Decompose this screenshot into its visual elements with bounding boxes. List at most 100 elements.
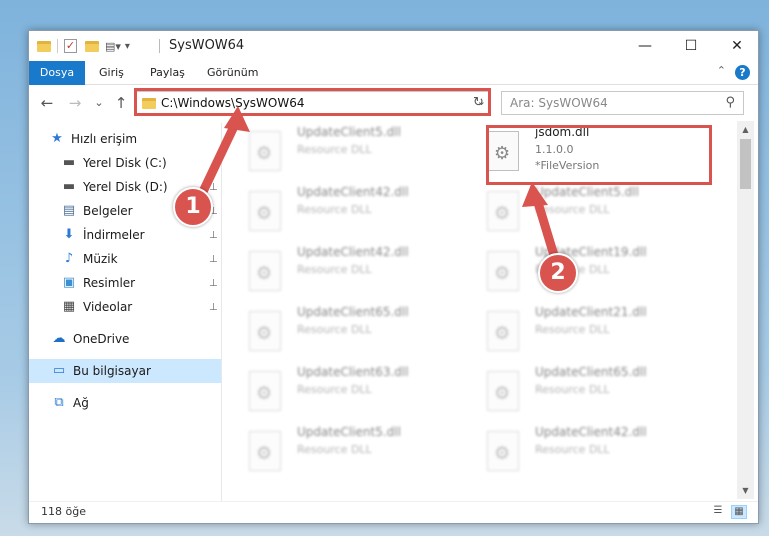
qa-dropdown-icon[interactable]: ▾: [125, 41, 130, 52]
help-icon[interactable]: ?: [735, 65, 750, 80]
step-2-badge: 2: [538, 253, 578, 293]
up-button[interactable]: ↑: [111, 93, 131, 113]
document-icon: ▤: [62, 203, 76, 218]
dll-file-icon: [487, 371, 519, 411]
tab-view[interactable]: Görünüm: [207, 61, 258, 85]
pin-icon[interactable]: ⊥: [209, 182, 218, 193]
sidebar-item-label: Yerel Disk (C:): [83, 156, 167, 170]
search-input[interactable]: Ara: SysWOW64: [510, 96, 608, 110]
customize-toolbar-icon[interactable]: ▤▾: [105, 40, 121, 53]
file-description: Resource DLL: [535, 383, 610, 396]
cloud-icon: ☁: [52, 331, 66, 346]
file-name: UpdateClient63.dll: [297, 365, 409, 379]
vertical-scrollbar[interactable]: ▲ ▼: [737, 121, 754, 499]
dll-file-icon: [249, 431, 281, 471]
file-description: Resource DLL: [297, 323, 372, 336]
sidebar-item-label: Videolar: [83, 300, 133, 314]
status-bar: 118 öğe ☰ ▦: [29, 501, 758, 523]
recent-locations-button[interactable]: ⌄: [89, 93, 109, 113]
navigation-pane: ★ Hızlı erişim ▬ Yerel Disk (C:) ▬ Yerel…: [29, 123, 221, 501]
new-folder-icon[interactable]: [85, 40, 99, 52]
sidebar-item-onedrive[interactable]: ☁ OneDrive: [29, 327, 221, 351]
tab-share[interactable]: Paylaş: [150, 61, 185, 85]
sidebar-item-disk-c[interactable]: ▬ Yerel Disk (C:): [29, 151, 221, 175]
address-highlight: [134, 88, 491, 116]
sidebar-item-label: Hızlı erişim: [71, 132, 138, 146]
file-name: UpdateClient5.dll: [297, 425, 401, 439]
file-name: UpdateClient42.dll: [297, 245, 409, 259]
file-item[interactable]: UpdateClient5.dll Resource DLL: [467, 181, 697, 237]
folder-icon: [37, 40, 51, 52]
file-name: UpdateClient65.dll: [297, 305, 409, 319]
file-item[interactable]: UpdateClient42.dll Resource DLL: [229, 241, 459, 297]
file-item[interactable]: UpdateClient19.dll Resource DLL: [467, 241, 697, 297]
file-description: Resource DLL: [297, 383, 372, 396]
maximize-button[interactable]: ☐: [668, 31, 714, 61]
forward-button[interactable]: →: [65, 93, 85, 113]
file-item[interactable]: UpdateClient5.dll Resource DLL: [229, 421, 459, 477]
close-button[interactable]: ✕: [714, 31, 758, 61]
quick-access-toolbar: ✓ ▤▾ ▾: [37, 37, 130, 55]
file-item[interactable]: UpdateClient42.dll Resource DLL: [229, 181, 459, 237]
file-description: Resource DLL: [535, 443, 610, 456]
properties-icon[interactable]: ✓: [64, 39, 77, 53]
file-item[interactable]: UpdateClient21.dll Resource DLL: [467, 301, 697, 357]
scroll-down-button[interactable]: ▼: [737, 482, 754, 499]
tab-home[interactable]: Giriş: [99, 61, 124, 85]
download-icon: ⬇: [63, 227, 75, 242]
back-button[interactable]: ←: [37, 93, 57, 113]
pictures-icon: ▣: [62, 275, 76, 290]
music-icon: ♪: [64, 251, 74, 266]
network-icon: ⧉: [54, 395, 64, 410]
file-name: UpdateClient5.dll: [297, 125, 401, 139]
file-name: UpdateClient65.dll: [535, 365, 647, 379]
title-bar: ✓ ▤▾ ▾ SysWOW64 — ☐ ✕: [29, 31, 758, 61]
item-count: 118 öğe: [41, 505, 86, 518]
pin-icon[interactable]: ⊥: [209, 230, 218, 241]
sidebar-item-this-pc[interactable]: ▭ Bu bilgisayar: [29, 359, 221, 383]
sidebar-item-quick-access[interactable]: ★ Hızlı erişim: [29, 127, 221, 151]
file-highlight: [486, 125, 712, 185]
sidebar-item-label: Yerel Disk (D:): [83, 180, 168, 194]
sidebar-item-music[interactable]: ♪ Müzik ⊥: [29, 247, 221, 271]
pin-icon[interactable]: ⊥: [209, 254, 218, 265]
pin-icon[interactable]: ⊥: [209, 278, 218, 289]
sidebar-item-network[interactable]: ⧉ Ağ: [29, 391, 221, 415]
dll-file-icon: [487, 311, 519, 351]
sidebar-item-label: Müzik: [83, 252, 118, 266]
details-view-button[interactable]: ☰: [710, 505, 726, 519]
file-item[interactable]: UpdateClient63.dll Resource DLL: [229, 361, 459, 417]
sidebar-item-label: Belgeler: [83, 204, 133, 218]
window-title: SysWOW64: [169, 38, 245, 53]
explorer-window: ✓ ▤▾ ▾ SysWOW64 — ☐ ✕ Dosya Giriş Paylaş…: [28, 30, 759, 524]
sidebar-item-pictures[interactable]: ▣ Resimler ⊥: [29, 271, 221, 295]
computer-icon: ▭: [52, 363, 66, 378]
dll-file-icon: [249, 251, 281, 291]
drive-icon: ▬: [62, 179, 76, 194]
file-item[interactable]: UpdateClient65.dll Resource DLL: [229, 301, 459, 357]
star-icon: ★: [51, 131, 63, 146]
pin-icon[interactable]: ⊥: [209, 302, 218, 313]
drive-icon: ▬: [62, 155, 76, 170]
tiles-view-button[interactable]: ▦: [731, 505, 747, 519]
ribbon-collapse-icon[interactable]: ⌃: [717, 64, 726, 77]
file-description: Resource DLL: [297, 443, 372, 456]
file-item[interactable]: UpdateClient42.dll Resource DLL: [467, 421, 697, 477]
scroll-thumb[interactable]: [740, 139, 751, 189]
dll-file-icon: [487, 191, 519, 231]
dll-file-icon: [249, 371, 281, 411]
file-description: Resource DLL: [297, 203, 372, 216]
sidebar-item-videos[interactable]: ▦ Videolar ⊥: [29, 295, 221, 319]
dll-file-icon: [249, 311, 281, 351]
file-item[interactable]: UpdateClient5.dll Resource DLL: [229, 121, 459, 177]
search-icon: ⚲: [725, 95, 735, 110]
step-1-badge: 1: [173, 187, 213, 227]
file-description: Resource DLL: [297, 143, 372, 156]
minimize-button[interactable]: —: [622, 31, 668, 61]
scroll-up-button[interactable]: ▲: [737, 121, 754, 138]
sidebar-item-label: Bu bilgisayar: [73, 364, 151, 378]
file-description: Resource DLL: [297, 263, 372, 276]
tab-file[interactable]: Dosya: [29, 61, 85, 85]
file-item[interactable]: UpdateClient65.dll Resource DLL: [467, 361, 697, 417]
search-box[interactable]: Ara: SysWOW64 ⚲: [501, 91, 744, 115]
